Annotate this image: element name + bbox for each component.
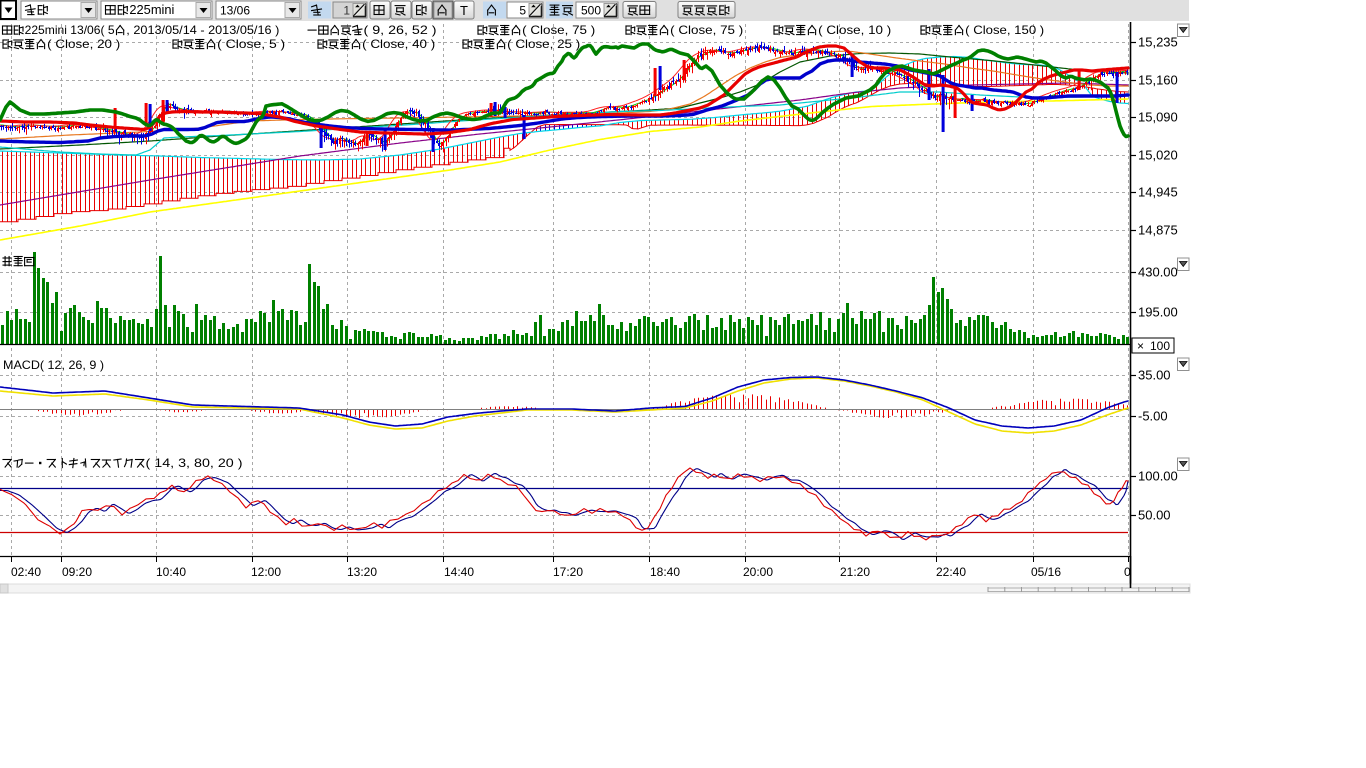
svg-text:( 9, 26, 52 ): ( 9, 26, 52 ) [364,23,437,37]
svg-text:15,235: 15,235 [1138,35,1178,50]
svg-text:225mini 13/06( 5: 225mini 13/06( 5 [25,23,115,37]
svg-text:18:40: 18:40 [650,565,680,579]
svg-text:09:20: 09:20 [62,565,92,579]
svg-text:T: T [460,3,468,18]
svg-text:17:20: 17:20 [553,565,583,579]
svg-text:12:00: 12:00 [251,565,281,579]
svg-text:15,090: 15,090 [1138,110,1178,125]
svg-text:( Close, 75 ): ( Close, 75 ) [670,23,743,37]
svg-text:1: 1 [343,4,350,18]
svg-text:15,160: 15,160 [1138,73,1178,88]
svg-text:×: × [1137,339,1144,353]
svg-text:05/16: 05/16 [1031,565,1061,579]
svg-text:13:20: 13:20 [347,565,377,579]
svg-text:( Close, 75 ): ( Close, 75 ) [522,23,595,37]
svg-text:13/06: 13/06 [220,4,250,18]
svg-text:( Close, 10 ): ( Close, 10 ) [818,23,891,37]
svg-text:14:40: 14:40 [444,565,474,579]
svg-text:14,945: 14,945 [1138,185,1178,200]
svg-text:500: 500 [581,4,601,18]
svg-text:35.00: 35.00 [1138,368,1171,383]
svg-text:02:40: 02:40 [11,565,41,579]
svg-text:( Close, 20 ): ( Close, 20 ) [47,37,120,51]
svg-text:50.00: 50.00 [1138,508,1171,523]
svg-text:14,875: 14,875 [1138,223,1178,238]
svg-text:( 14, 3, 80, 20 ): ( 14, 3, 80, 20 ) [146,456,243,470]
svg-text:( Close, 25 ): ( Close, 25 ) [507,37,580,51]
svg-text:( Close, 5 ): ( Close, 5 ) [217,37,285,51]
svg-text:5: 5 [519,4,526,18]
svg-text:21:20: 21:20 [840,565,870,579]
svg-text:( Close, 150 ): ( Close, 150 ) [965,23,1044,37]
svg-text:430.00: 430.00 [1138,265,1178,280]
svg-text:22:40: 22:40 [936,565,966,579]
svg-text:MACD( 12, 26, 9 ): MACD( 12, 26, 9 ) [3,358,104,372]
svg-text:10:40: 10:40 [156,565,186,579]
svg-text:, 2013/05/14 - 2013/05/16 ): , 2013/05/14 - 2013/05/16 ) [126,23,279,37]
svg-text:20:00: 20:00 [743,565,773,579]
svg-text:-5.00: -5.00 [1138,409,1168,424]
svg-text:( Close, 40 ): ( Close, 40 ) [362,37,435,51]
svg-text:100.00: 100.00 [1138,469,1178,484]
svg-text:195.00: 195.00 [1138,305,1178,320]
svg-text:225mini: 225mini [129,3,174,17]
svg-text:15,020: 15,020 [1138,148,1178,163]
svg-text:100: 100 [1150,339,1170,353]
